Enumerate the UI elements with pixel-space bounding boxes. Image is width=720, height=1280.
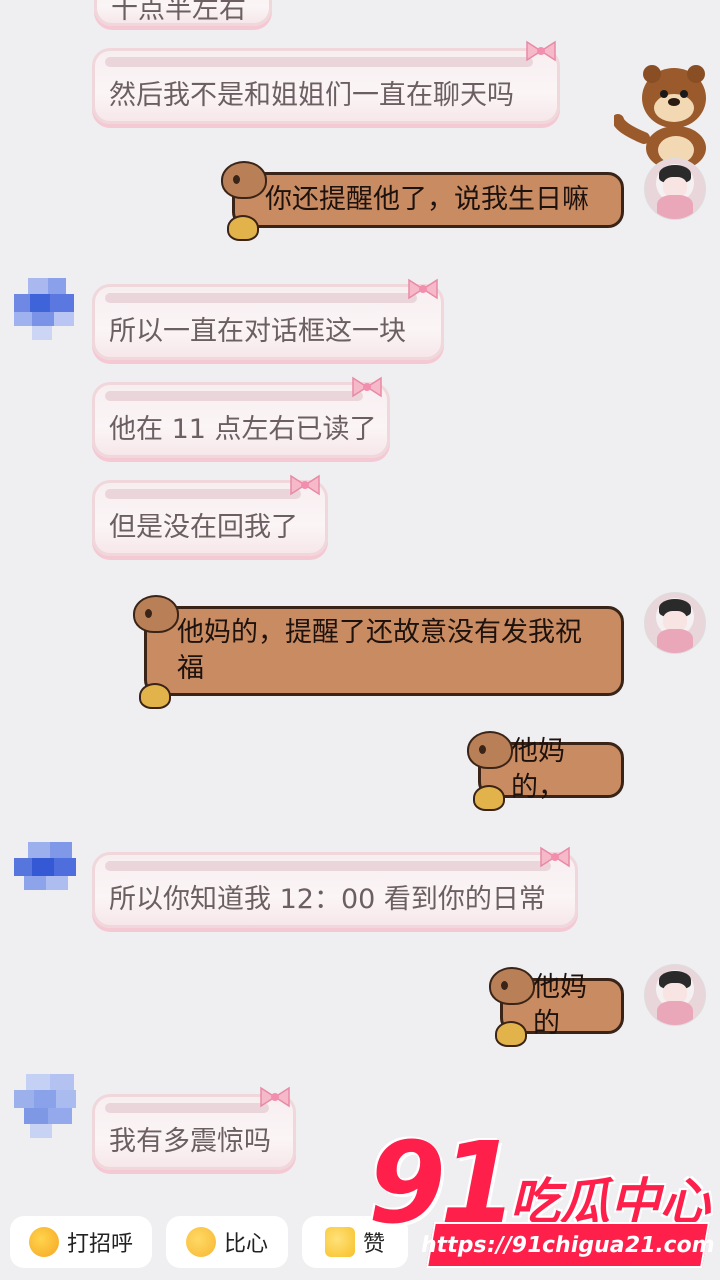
chat-list[interactable]: 十点半左右 然后我不是和姐姐们一直在聊天吗 你还提醒他了，说我生日嘛 所以一直在… xyxy=(0,0,720,1200)
bow-icon xyxy=(408,278,438,300)
message-bubble-left[interactable]: 然后我不是和姐姐们一直在聊天吗 xyxy=(92,48,560,124)
message-bubble-right[interactable]: 他妈的，提醒了还故意没有发我祝福 xyxy=(133,595,624,709)
heart-label: 比心 xyxy=(223,1232,268,1257)
bell-icon xyxy=(473,785,505,811)
bell-icon xyxy=(227,215,259,241)
message-text: 所以一直在对话框这一块 xyxy=(109,315,406,347)
capybara-icon xyxy=(489,967,535,1005)
my-avatar[interactable] xyxy=(644,964,706,1026)
message-text: 然后我不是和姐姐们一直在聊天吗 xyxy=(109,79,514,111)
capybara-icon xyxy=(221,161,267,199)
message-bubble-left[interactable]: 所以一直在对话框这一块 xyxy=(92,284,444,360)
message-text: 他在 11 点左右已读了 xyxy=(109,413,377,445)
bell-icon xyxy=(139,683,171,709)
message-text: 他妈的，提醒了还故意没有发我祝福 xyxy=(177,617,582,684)
message-text: 他妈的， xyxy=(511,736,565,803)
bear-sticker-icon xyxy=(614,65,706,170)
capybara-icon xyxy=(467,731,513,769)
bow-icon xyxy=(540,846,570,868)
heart-hands-emoji-icon xyxy=(185,1227,216,1257)
message-bubble-left[interactable]: 他在 11 点左右已读了 xyxy=(92,382,390,458)
wave-emoji-icon xyxy=(28,1227,59,1257)
contact-avatar[interactable] xyxy=(14,1074,78,1138)
my-avatar[interactable] xyxy=(644,592,706,654)
greet-label: 打招呼 xyxy=(66,1232,133,1257)
message-text: 他妈的 xyxy=(533,972,587,1039)
bow-icon xyxy=(260,1086,290,1108)
bow-icon xyxy=(526,40,556,62)
message-bubble-right[interactable]: 他妈的 xyxy=(489,967,624,1047)
message-bubble-right[interactable]: 你还提醒他了，说我生日嘛 xyxy=(221,161,624,241)
bow-icon xyxy=(290,474,320,496)
capybara-icon xyxy=(133,595,179,633)
my-avatar[interactable] xyxy=(644,158,706,220)
bow-icon xyxy=(352,376,382,398)
contact-avatar[interactable] xyxy=(14,842,78,906)
greet-button[interactable]: 打招呼 xyxy=(10,1216,152,1268)
watermark-url-text: https://91chigua21.com xyxy=(419,1232,718,1258)
message-bubble-left[interactable]: 十点半左右 xyxy=(94,0,272,26)
message-text: 我有多震惊吗 xyxy=(109,1125,271,1157)
message-text: 但是没在回我了 xyxy=(109,511,298,543)
message-text: 所以你知道我 12：00 看到你的日常 xyxy=(109,883,546,915)
message-text: 十点半左右 xyxy=(111,0,246,25)
message-bubble-right[interactable]: 他妈的， xyxy=(467,731,624,811)
thumbs-up-icon xyxy=(324,1227,355,1257)
message-text: 你还提醒他了，说我生日嘛 xyxy=(265,184,589,215)
watermark-url: https://91chigua21.com xyxy=(419,1222,717,1268)
contact-avatar[interactable] xyxy=(14,278,78,342)
heart-button[interactable]: 比心 xyxy=(166,1216,288,1268)
message-bubble-left[interactable]: 所以你知道我 12：00 看到你的日常 xyxy=(92,852,578,928)
bell-icon xyxy=(495,1021,527,1047)
